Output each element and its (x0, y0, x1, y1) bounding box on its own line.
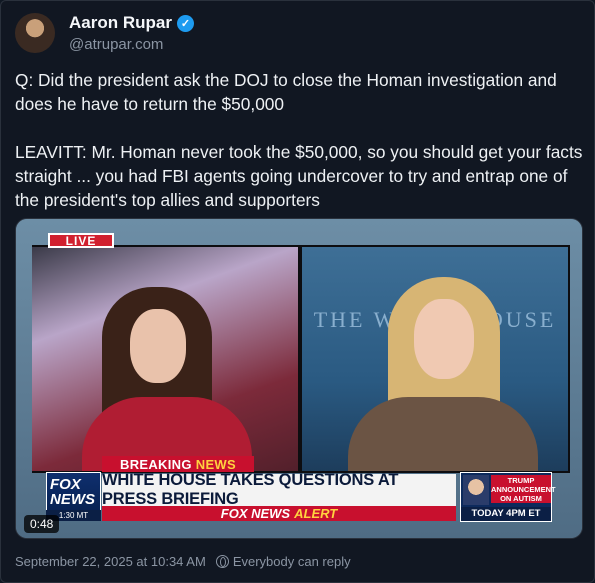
promo-photo (463, 475, 489, 505)
post-text: Q: Did the president ask the DOJ to clos… (15, 70, 583, 210)
video-duration: 0:48 (24, 515, 60, 533)
avatar[interactable] (15, 13, 55, 53)
breaking-news-word: NEWS (195, 456, 236, 472)
promo-box: TRUMP ANNOUNCEMENT ON AUTISM TODAY 4PM E… (460, 472, 556, 522)
breaking-label: BREAKING (120, 456, 192, 472)
post-card: Aaron Rupar ✓ @atrupar.com Q: Did the pr… (0, 0, 595, 583)
author-name[interactable]: Aaron Rupar (69, 13, 172, 33)
reply-setting: Everybody can reply (232, 554, 351, 569)
author-name-row: Aaron Rupar ✓ (69, 13, 194, 33)
live-badge: LIVE (48, 233, 114, 248)
author-handle[interactable]: @atrupar.com (69, 36, 163, 53)
globe-icon (215, 555, 229, 568)
alert-word: ALERT (294, 506, 338, 521)
post-footer: September 22, 2025 at 10:34 AM Everybody… (15, 554, 351, 569)
fox-news-alert-bar: FOX NEWS ALERT (102, 506, 456, 521)
verified-badge-icon: ✓ (176, 14, 194, 32)
breaking-news-tag: BREAKING NEWS (102, 456, 254, 472)
post-timestamp[interactable]: September 22, 2025 at 10:34 AM (15, 554, 206, 569)
press-secretary-face (414, 299, 474, 379)
chyron-headline: WHITE HOUSE TAKES QUESTIONS AT PRESS BRI… (102, 471, 456, 508)
alert-brand: FOX NEWS (220, 506, 291, 521)
reporter-face (130, 309, 186, 383)
video-player[interactable]: THE WHITE HOUSE LIVE BREAKING NEWS FOX N… (15, 218, 583, 539)
video-left-pane (32, 247, 298, 471)
promo-time: TODAY 4PM ET (461, 507, 551, 521)
promo-title: TRUMP ANNOUNCEMENT ON AUTISM (491, 475, 556, 503)
video-right-pane: THE WHITE HOUSE (302, 247, 568, 471)
news-lower-third: BREAKING NEWS FOX NEWS 1:30 MT WHITE HOU… (16, 456, 582, 538)
